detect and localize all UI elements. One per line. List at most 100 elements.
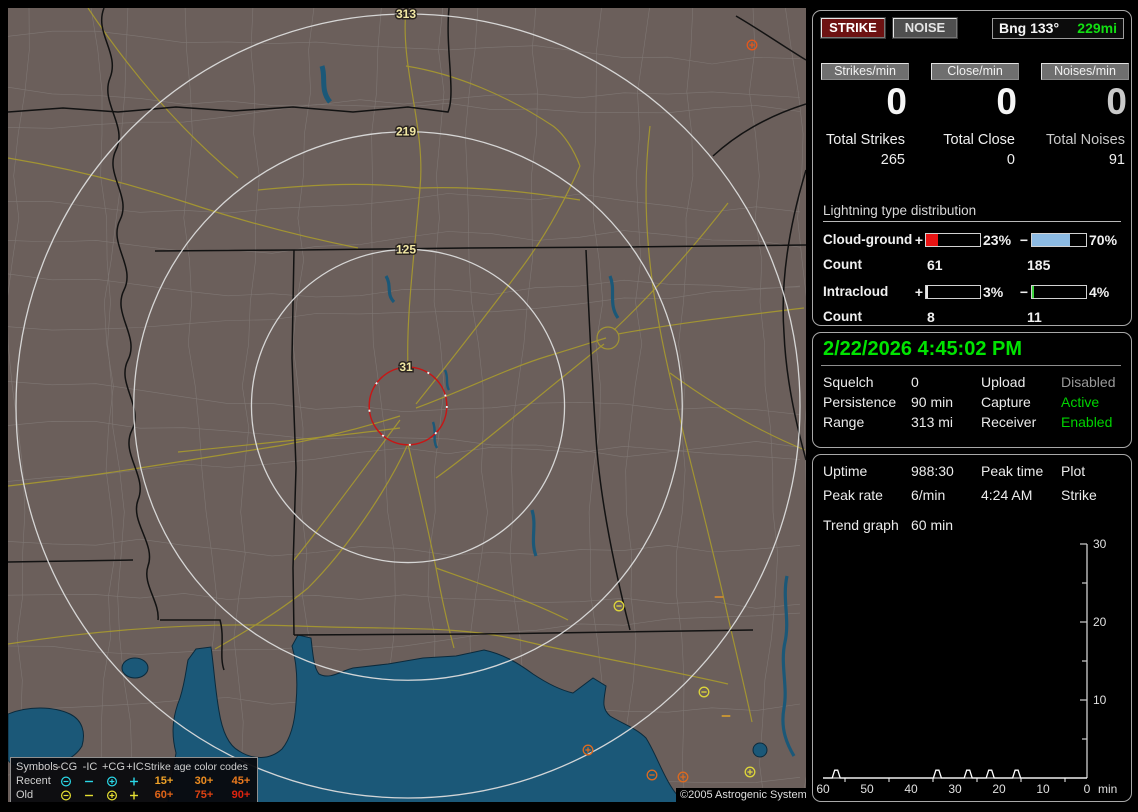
age-badge-45: 45+ — [231, 775, 251, 787]
ic-negative-pct: 4% — [1089, 284, 1110, 300]
age-badge-30: 30+ — [194, 775, 214, 787]
distribution-title: Lightning type distribution — [823, 203, 1121, 222]
total-close-value: 0 — [1006, 152, 1015, 168]
persistence-value: 90 min — [911, 394, 954, 410]
copyright-label: ©2005 Astrogenic Systems — [676, 788, 806, 802]
age-badge-15: 15+ — [154, 775, 174, 787]
svg-text:min: min — [1098, 782, 1117, 796]
strikes-per-min-value: 0 — [886, 81, 907, 122]
bearing-readout: Bng 133° 229mi — [992, 18, 1124, 39]
svg-text:10: 10 — [1093, 693, 1107, 707]
trend-panel: Uptime 988:30 Peak time Plot Peak rate 6… — [812, 454, 1132, 802]
map-canvas: 313 219 125 31 — [8, 8, 806, 802]
minus-sign: − — [1019, 232, 1029, 248]
status-panel: 2/22/2026 4:45:02 PM Squelch 0 Upload Di… — [812, 332, 1132, 448]
bearing-value: Bng 133° — [999, 20, 1060, 36]
svg-text:30: 30 — [948, 782, 962, 796]
cg-negative-bar — [1031, 233, 1087, 247]
capture-label: Capture — [981, 394, 1031, 410]
svg-text:60: 60 — [816, 782, 830, 796]
trend-chart: 10 20 30 60 50 40 30 20 10 0 min — [816, 539, 1117, 796]
ring-label-125: 125 — [396, 243, 416, 257]
svg-text:0: 0 — [1084, 782, 1091, 796]
peak-rate-value: 6/min — [911, 487, 946, 503]
bearing-distance: 229mi — [1077, 20, 1117, 36]
trend-graph-label: Trend graph — [823, 517, 899, 533]
strike-mode-button[interactable]: STRIKE — [821, 18, 885, 38]
cloud-ground-label: Cloud-ground — [823, 232, 913, 247]
legend-age-header: Strike age color codes — [144, 761, 248, 773]
legend-symbol-pos-ic-recent — [126, 775, 142, 788]
noises-per-min-button[interactable]: Noises/min — [1041, 63, 1129, 80]
legend-symbol-neg-cg-old — [58, 789, 74, 802]
peak-time-label: Peak time — [981, 463, 1044, 479]
receiver-label: Receiver — [981, 414, 1037, 430]
cg-negative-count: 185 — [1027, 257, 1051, 273]
counters-panel: STRIKE NOISE Bng 133° 229mi Strikes/min … — [812, 10, 1132, 326]
plot-label: Plot — [1061, 463, 1086, 479]
legend-symbol-neg-cg-recent — [58, 775, 74, 788]
close-per-min-value: 0 — [996, 81, 1017, 122]
legend-symbol-pos-ic-old — [126, 789, 142, 802]
cg-negative-pct: 70% — [1089, 232, 1118, 248]
legend-symbol-pos-cg-old — [104, 789, 120, 802]
upload-label: Upload — [981, 374, 1026, 390]
legend-symbol-neg-ic-old — [81, 789, 97, 802]
range-value: 313 mi — [911, 414, 954, 430]
range-label: Range — [823, 414, 865, 430]
legend-row-recent-label: Recent — [16, 775, 51, 787]
noise-mode-button[interactable]: NOISE — [893, 18, 957, 38]
svg-text:10: 10 — [1036, 782, 1050, 796]
ic-count-label: Count — [823, 309, 862, 324]
plot-value: Strike — [1061, 487, 1097, 503]
svg-text:20: 20 — [992, 782, 1006, 796]
upload-value: Disabled — [1061, 374, 1116, 390]
legend-symbol-pos-cg-recent — [104, 775, 120, 788]
svg-text:30: 30 — [1093, 539, 1107, 551]
receiver-value: Enabled — [1061, 414, 1113, 430]
squelch-value: 0 — [911, 374, 919, 390]
trend-window-value: 60 min — [911, 517, 954, 533]
legend-symbol-neg-ic-recent — [81, 775, 97, 788]
age-badge-90: 90+ — [231, 789, 251, 801]
plus-sign: + — [914, 232, 924, 248]
map-legend: Symbols -CG -IC +CG +IC Strike age color… — [10, 757, 258, 802]
svg-text:20: 20 — [1093, 615, 1107, 629]
divider — [821, 365, 1121, 366]
legend-row-old-label: Old — [16, 789, 34, 801]
peak-rate-label: Peak rate — [823, 487, 883, 503]
capture-value: Active — [1061, 394, 1100, 410]
nexstorm-window: 313 219 125 31 Symbols -CG -IC +CG +IC Stri… — [0, 0, 1138, 812]
ic-positive-count: 8 — [927, 309, 935, 325]
ic-negative-count: 11 — [1027, 309, 1042, 325]
legend-col-neg-cg: -CG — [57, 761, 78, 773]
ring-label-219: 219 — [396, 125, 416, 139]
total-strikes-value: 265 — [880, 152, 905, 168]
peak-time-value: 4:24 AM — [981, 487, 1033, 503]
legend-col-pos-cg: +CG — [102, 761, 125, 773]
plus-sign: + — [914, 284, 924, 300]
ring-label-313: 313 — [396, 8, 416, 21]
legend-col-neg-ic: -IC — [82, 761, 98, 773]
uptime-value: 988:30 — [911, 463, 954, 479]
strikes-per-min-button[interactable]: Strikes/min — [821, 63, 909, 80]
noises-per-min-value: 0 — [1106, 81, 1127, 122]
persistence-label: Persistence — [823, 394, 897, 410]
ic-positive-bar — [925, 285, 981, 299]
minus-sign: − — [1019, 284, 1029, 300]
legend-symbols-header: Symbols — [16, 761, 59, 773]
radar-map[interactable]: 313 219 125 31 Symbols -CG -IC +CG +IC Stri… — [8, 8, 806, 802]
total-noises-label: Total Noises — [1046, 132, 1125, 148]
total-strikes-label: Total Strikes — [826, 132, 905, 148]
cg-positive-bar — [925, 233, 981, 247]
age-badge-75: 75+ — [194, 789, 214, 801]
squelch-label: Squelch — [823, 374, 874, 390]
clock: 2/22/2026 4:45:02 PM — [823, 338, 1023, 360]
cg-count-label: Count — [823, 257, 862, 272]
uptime-label: Uptime — [823, 463, 868, 479]
age-badge-60: 60+ — [154, 789, 174, 801]
svg-text:50: 50 — [860, 782, 874, 796]
total-noises-value: 91 — [1108, 152, 1125, 168]
close-per-min-button[interactable]: Close/min — [931, 63, 1019, 80]
total-close-label: Total Close — [943, 132, 1015, 148]
